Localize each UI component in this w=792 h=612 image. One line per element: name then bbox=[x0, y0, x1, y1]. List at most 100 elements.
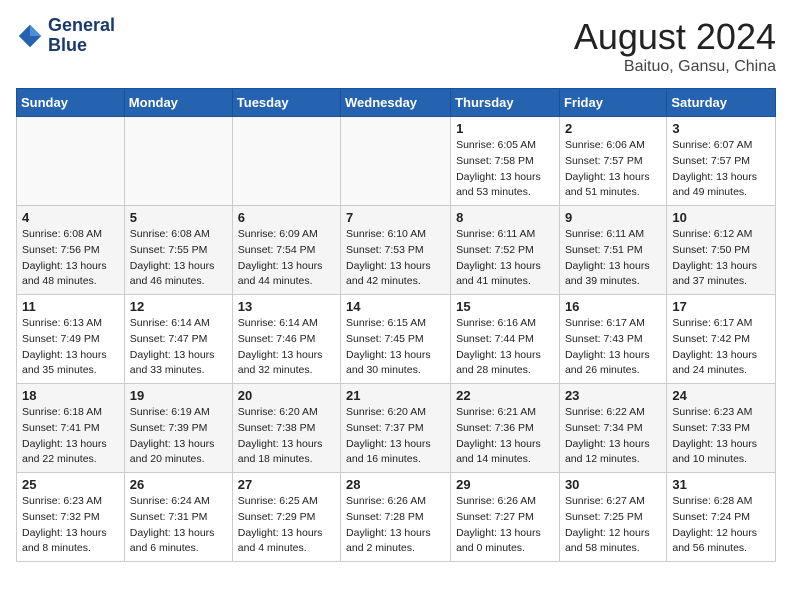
calendar-header: SundayMondayTuesdayWednesdayThursdayFrid… bbox=[17, 89, 776, 117]
logo-line1: General bbox=[48, 16, 115, 36]
day-info: Sunrise: 6:14 AM Sunset: 7:47 PM Dayligh… bbox=[130, 316, 227, 379]
calendar-cell: 8 Sunrise: 6:11 AM Sunset: 7:52 PM Daylig… bbox=[451, 206, 560, 295]
day-info: Sunrise: 6:19 AM Sunset: 7:39 PM Dayligh… bbox=[130, 405, 227, 468]
day-info: Sunrise: 6:26 AM Sunset: 7:27 PM Dayligh… bbox=[456, 494, 554, 557]
calendar-cell: 5 Sunrise: 6:08 AM Sunset: 7:55 PM Daylig… bbox=[124, 206, 232, 295]
calendar-cell: 7 Sunrise: 6:10 AM Sunset: 7:53 PM Daylig… bbox=[341, 206, 451, 295]
calendar-cell: 29 Sunrise: 6:26 AM Sunset: 7:27 PM Dayli… bbox=[451, 473, 560, 562]
calendar-cell: 31Sunrise: 6:28 AM Sunset: 7:24 PM Dayli… bbox=[667, 473, 776, 562]
calendar-cell: 24 Sunrise: 6:23 AM Sunset: 7:33 PM Dayli… bbox=[667, 384, 776, 473]
location: Baituo, Gansu, China bbox=[574, 58, 776, 76]
day-info: Sunrise: 6:25 AM Sunset: 7:29 PM Dayligh… bbox=[238, 494, 335, 557]
day-info: Sunrise: 6:17 AM Sunset: 7:42 PM Dayligh… bbox=[672, 316, 770, 379]
day-number: 24 bbox=[672, 388, 770, 403]
day-number: 19 bbox=[130, 388, 227, 403]
page-header: General Blue August 2024 Baituo, Gansu, … bbox=[16, 16, 776, 76]
calendar-cell: 14 Sunrise: 6:15 AM Sunset: 7:45 PM Dayli… bbox=[341, 295, 451, 384]
calendar-cell: 11 Sunrise: 6:13 AM Sunset: 7:49 PM Dayli… bbox=[17, 295, 125, 384]
week-row-3: 11 Sunrise: 6:13 AM Sunset: 7:49 PM Dayli… bbox=[17, 295, 776, 384]
day-number: 3 bbox=[672, 121, 770, 136]
day-number: 16 bbox=[565, 299, 661, 314]
day-info: Sunrise: 6:11 AM Sunset: 7:52 PM Dayligh… bbox=[456, 227, 554, 290]
day-number: 9 bbox=[565, 210, 661, 225]
day-info: Sunrise: 6:27 AM Sunset: 7:25 PM Dayligh… bbox=[565, 494, 661, 557]
calendar-cell: 9 Sunrise: 6:11 AM Sunset: 7:51 PM Daylig… bbox=[559, 206, 666, 295]
day-info: Sunrise: 6:12 AM Sunset: 7:50 PM Dayligh… bbox=[672, 227, 770, 290]
calendar-cell bbox=[124, 117, 232, 206]
day-info: Sunrise: 6:10 AM Sunset: 7:53 PM Dayligh… bbox=[346, 227, 445, 290]
day-number: 18 bbox=[22, 388, 119, 403]
weekday-header-saturday: Saturday bbox=[667, 89, 776, 117]
day-number: 7 bbox=[346, 210, 445, 225]
calendar-cell: 27Sunrise: 6:25 AM Sunset: 7:29 PM Dayli… bbox=[232, 473, 340, 562]
day-number: 29 bbox=[456, 477, 554, 492]
calendar-cell: 28Sunrise: 6:26 AM Sunset: 7:28 PM Dayli… bbox=[341, 473, 451, 562]
calendar-cell: 4 Sunrise: 6:08 AM Sunset: 7:56 PM Daylig… bbox=[17, 206, 125, 295]
calendar-cell: 26 Sunrise: 6:24 AM Sunset: 7:31 PM Dayli… bbox=[124, 473, 232, 562]
day-info: Sunrise: 6:08 AM Sunset: 7:56 PM Dayligh… bbox=[22, 227, 119, 290]
day-number: 30 bbox=[565, 477, 661, 492]
day-info: Sunrise: 6:09 AM Sunset: 7:54 PM Dayligh… bbox=[238, 227, 335, 290]
weekday-header-wednesday: Wednesday bbox=[341, 89, 451, 117]
calendar-cell: 13Sunrise: 6:14 AM Sunset: 7:46 PM Dayli… bbox=[232, 295, 340, 384]
day-number: 6 bbox=[238, 210, 335, 225]
calendar-cell: 19 Sunrise: 6:19 AM Sunset: 7:39 PM Dayli… bbox=[124, 384, 232, 473]
day-info: Sunrise: 6:20 AM Sunset: 7:37 PM Dayligh… bbox=[346, 405, 445, 468]
day-number: 26 bbox=[130, 477, 227, 492]
calendar-cell bbox=[341, 117, 451, 206]
logo-text: General Blue bbox=[48, 16, 115, 56]
calendar-cell: 1Sunrise: 6:05 AM Sunset: 7:58 PM Daylig… bbox=[451, 117, 560, 206]
logo-icon bbox=[16, 22, 44, 50]
day-number: 11 bbox=[22, 299, 119, 314]
day-info: Sunrise: 6:15 AM Sunset: 7:45 PM Dayligh… bbox=[346, 316, 445, 379]
day-info: Sunrise: 6:26 AM Sunset: 7:28 PM Dayligh… bbox=[346, 494, 445, 557]
day-number: 15 bbox=[456, 299, 554, 314]
week-row-5: 25 Sunrise: 6:23 AM Sunset: 7:32 PM Dayli… bbox=[17, 473, 776, 562]
day-number: 25 bbox=[22, 477, 119, 492]
day-number: 10 bbox=[672, 210, 770, 225]
weekday-header-sunday: Sunday bbox=[17, 89, 125, 117]
day-info: Sunrise: 6:24 AM Sunset: 7:31 PM Dayligh… bbox=[130, 494, 227, 557]
day-number: 17 bbox=[672, 299, 770, 314]
day-number: 31 bbox=[672, 477, 770, 492]
week-row-1: 1Sunrise: 6:05 AM Sunset: 7:58 PM Daylig… bbox=[17, 117, 776, 206]
weekday-header-thursday: Thursday bbox=[451, 89, 560, 117]
calendar-cell bbox=[232, 117, 340, 206]
day-number: 21 bbox=[346, 388, 445, 403]
day-number: 14 bbox=[346, 299, 445, 314]
calendar-cell: 16Sunrise: 6:17 AM Sunset: 7:43 PM Dayli… bbox=[559, 295, 666, 384]
day-info: Sunrise: 6:16 AM Sunset: 7:44 PM Dayligh… bbox=[456, 316, 554, 379]
day-info: Sunrise: 6:05 AM Sunset: 7:58 PM Dayligh… bbox=[456, 138, 554, 201]
week-row-4: 18Sunrise: 6:18 AM Sunset: 7:41 PM Dayli… bbox=[17, 384, 776, 473]
day-info: Sunrise: 6:08 AM Sunset: 7:55 PM Dayligh… bbox=[130, 227, 227, 290]
day-number: 20 bbox=[238, 388, 335, 403]
day-info: Sunrise: 6:20 AM Sunset: 7:38 PM Dayligh… bbox=[238, 405, 335, 468]
day-number: 8 bbox=[456, 210, 554, 225]
calendar-cell bbox=[17, 117, 125, 206]
day-info: Sunrise: 6:07 AM Sunset: 7:57 PM Dayligh… bbox=[672, 138, 770, 201]
calendar-cell: 30 Sunrise: 6:27 AM Sunset: 7:25 PM Dayli… bbox=[559, 473, 666, 562]
calendar-cell: 18Sunrise: 6:18 AM Sunset: 7:41 PM Dayli… bbox=[17, 384, 125, 473]
logo-line2: Blue bbox=[48, 36, 115, 56]
week-row-2: 4 Sunrise: 6:08 AM Sunset: 7:56 PM Daylig… bbox=[17, 206, 776, 295]
calendar-cell: 2 Sunrise: 6:06 AM Sunset: 7:57 PM Daylig… bbox=[559, 117, 666, 206]
day-number: 5 bbox=[130, 210, 227, 225]
day-number: 4 bbox=[22, 210, 119, 225]
day-info: Sunrise: 6:13 AM Sunset: 7:49 PM Dayligh… bbox=[22, 316, 119, 379]
title-block: August 2024 Baituo, Gansu, China bbox=[574, 16, 776, 76]
day-info: Sunrise: 6:21 AM Sunset: 7:36 PM Dayligh… bbox=[456, 405, 554, 468]
calendar-cell: 3 Sunrise: 6:07 AM Sunset: 7:57 PM Daylig… bbox=[667, 117, 776, 206]
calendar-cell: 10 Sunrise: 6:12 AM Sunset: 7:50 PM Dayli… bbox=[667, 206, 776, 295]
day-info: Sunrise: 6:23 AM Sunset: 7:33 PM Dayligh… bbox=[672, 405, 770, 468]
logo: General Blue bbox=[16, 16, 115, 56]
day-info: Sunrise: 6:14 AM Sunset: 7:46 PM Dayligh… bbox=[238, 316, 335, 379]
day-info: Sunrise: 6:06 AM Sunset: 7:57 PM Dayligh… bbox=[565, 138, 661, 201]
day-info: Sunrise: 6:23 AM Sunset: 7:32 PM Dayligh… bbox=[22, 494, 119, 557]
weekday-header-tuesday: Tuesday bbox=[232, 89, 340, 117]
day-number: 2 bbox=[565, 121, 661, 136]
calendar-table: SundayMondayTuesdayWednesdayThursdayFrid… bbox=[16, 88, 776, 562]
day-info: Sunrise: 6:11 AM Sunset: 7:51 PM Dayligh… bbox=[565, 227, 661, 290]
calendar-cell: 23Sunrise: 6:22 AM Sunset: 7:34 PM Dayli… bbox=[559, 384, 666, 473]
calendar-cell: 20 Sunrise: 6:20 AM Sunset: 7:38 PM Dayli… bbox=[232, 384, 340, 473]
calendar-cell: 12Sunrise: 6:14 AM Sunset: 7:47 PM Dayli… bbox=[124, 295, 232, 384]
